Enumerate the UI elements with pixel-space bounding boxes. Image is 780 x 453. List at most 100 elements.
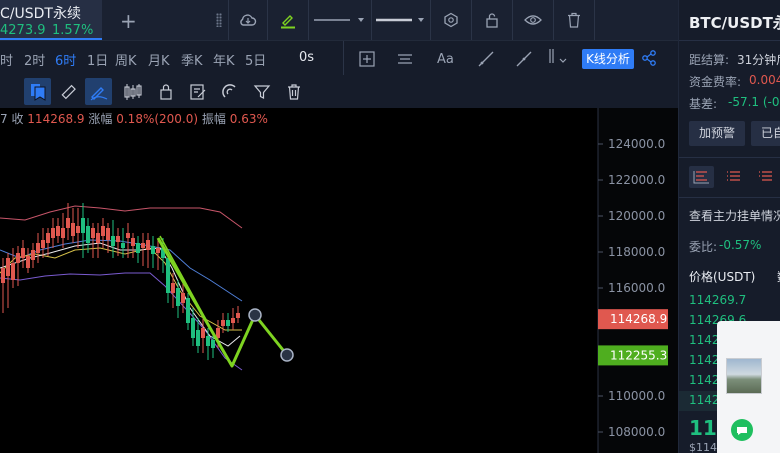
drag-handle-icon[interactable] xyxy=(210,0,228,40)
y-tick-label: 122000.0 xyxy=(608,173,665,187)
y-tick-label: 110000.0 xyxy=(608,389,665,403)
price-column-header: 价格(USDT) xyxy=(689,270,756,284)
candle-body xyxy=(221,320,225,326)
candle-body xyxy=(176,288,180,306)
interval-bar: 时 2时 6时 1日 周K 月K 季K 年K 5日 0s Aa K线分析 xyxy=(0,40,678,76)
floating-widget[interactable] xyxy=(717,321,780,453)
more-tools-dropdown-icon[interactable] xyxy=(545,47,571,69)
candle-body xyxy=(36,243,40,253)
kline-analysis-button[interactable]: K线分析 xyxy=(582,49,634,69)
current-price-tag-label: 114268.9 xyxy=(610,312,667,326)
tab-btc-usdt[interactable]: C/USDT永续 4273.9 1.57% xyxy=(0,0,102,40)
countdown-label: 0s xyxy=(299,50,315,65)
ruler-measure-icon[interactable] xyxy=(54,78,81,105)
position-lock-icon[interactable] xyxy=(152,78,179,105)
interval-1h[interactable]: 时 xyxy=(0,50,13,69)
candle-body xyxy=(136,243,140,253)
ohlc-legend: 7 收 114268.9 涨幅 0.18%(200.0) 振幅 0.63% xyxy=(0,112,268,126)
main-orders-link[interactable]: 查看主力挂单情况 xyxy=(689,207,780,224)
candle-body xyxy=(121,243,125,248)
candle-body xyxy=(26,256,30,268)
candle-body xyxy=(171,283,175,293)
pen-draw-icon[interactable] xyxy=(85,78,112,105)
interval-1d[interactable]: 1日 xyxy=(87,50,108,69)
magnet-icon[interactable] xyxy=(216,78,243,105)
interval-5d[interactable]: 5日 xyxy=(245,50,266,69)
candle-body xyxy=(201,328,205,338)
candle-body xyxy=(126,233,130,238)
orderbook-buy-view-icon[interactable] xyxy=(754,166,779,188)
add-indicator-icon[interactable] xyxy=(358,50,376,68)
orderbook-bid-price[interactable]: 1142 xyxy=(689,353,720,367)
orderbook-sell-view-icon[interactable] xyxy=(722,166,747,188)
orderbook-both-view-icon[interactable] xyxy=(689,166,714,188)
funding-rate-label: 资金费率: xyxy=(689,75,742,89)
bookmark-icon[interactable] xyxy=(24,78,51,105)
close-label: 收 xyxy=(11,112,24,126)
ray-line-icon[interactable] xyxy=(515,50,533,68)
chart-area[interactable]: 124000.0 122000.0 120000.0 118000.0 116000.0… xyxy=(0,108,678,453)
amplitude-value: 0.63% xyxy=(229,112,268,126)
settings-hexagon-icon[interactable] xyxy=(431,0,471,40)
interval-month[interactable]: 月K xyxy=(148,50,170,69)
settle-value: 31分钟后 xyxy=(737,53,780,67)
drawing-price-tag-label: 112255.3 xyxy=(610,348,667,362)
candle-body xyxy=(191,318,195,338)
add-tab-button[interactable]: + xyxy=(120,9,137,33)
orderbook-bid-price[interactable]: 1142 xyxy=(689,333,720,347)
candle-body xyxy=(91,228,95,238)
add-alert-button[interactable]: 加预警 xyxy=(689,121,746,146)
candle-body xyxy=(96,233,100,243)
candle-body xyxy=(181,293,185,303)
trash-icon[interactable] xyxy=(280,78,307,105)
orderbook-bid-price[interactable]: 1142 xyxy=(689,373,720,387)
interval-quarter[interactable]: 季K xyxy=(181,50,203,69)
candle-body xyxy=(46,233,50,243)
change-label: 涨幅 xyxy=(88,112,113,126)
pen-color-icon[interactable] xyxy=(268,0,308,40)
chat-bubble-icon[interactable] xyxy=(731,419,753,441)
interval-2h[interactable]: 2时 xyxy=(24,50,45,69)
candle-body xyxy=(21,248,25,258)
funding-rate-value: 0.004 xyxy=(749,73,780,87)
candle-body xyxy=(6,258,10,276)
filter-icon[interactable] xyxy=(248,78,275,105)
share-icon[interactable] xyxy=(641,49,657,67)
candle-body xyxy=(116,236,120,242)
candle-body xyxy=(156,248,160,253)
candlestick-chart[interactable]: 124000.0 122000.0 120000.0 118000.0 116000.0… xyxy=(0,108,678,453)
candle-body xyxy=(111,236,115,246)
candle-body xyxy=(41,240,45,248)
tab-strip: C/USDT永续 4273.9 1.57% + xyxy=(0,0,678,40)
candle-body xyxy=(206,336,210,346)
y-tick-label: 116000.0 xyxy=(608,281,665,295)
candle-body xyxy=(71,223,75,236)
orderbook-bid-price[interactable]: 1142 xyxy=(689,393,720,407)
commission-ratio-label: 委比: xyxy=(689,240,718,254)
interval-week[interactable]: 周K xyxy=(115,50,137,69)
note-edit-icon[interactable] xyxy=(184,78,211,105)
candle-body xyxy=(236,313,240,318)
candle-body xyxy=(11,263,15,280)
settle-label: 距结算: xyxy=(689,53,730,67)
horizontal-lines-icon[interactable] xyxy=(396,50,414,68)
delete-trash-icon[interactable] xyxy=(554,0,594,40)
candle-body xyxy=(211,340,215,348)
candlestick-icon[interactable] xyxy=(119,78,146,105)
text-tool-icon[interactable]: Aa xyxy=(436,49,458,67)
candle-body xyxy=(141,243,145,248)
orderbook-bid-price[interactable]: 114269.7 xyxy=(689,293,746,307)
candle-body xyxy=(31,250,35,260)
line-width-dropdown[interactable] xyxy=(372,0,430,40)
lock-icon[interactable] xyxy=(472,0,512,40)
line-style-dropdown[interactable] xyxy=(309,0,371,40)
interval-year[interactable]: 年K xyxy=(213,50,235,69)
y-tick-label: 120000.0 xyxy=(608,209,665,223)
added-button[interactable]: 已自 xyxy=(751,121,780,146)
visibility-eye-icon[interactable] xyxy=(513,0,553,40)
candle-body xyxy=(151,246,155,254)
cloud-sync-icon[interactable] xyxy=(229,0,267,40)
candle-body xyxy=(231,318,235,323)
trend-line-icon[interactable] xyxy=(477,50,495,68)
interval-6h[interactable]: 6时 xyxy=(55,50,76,69)
